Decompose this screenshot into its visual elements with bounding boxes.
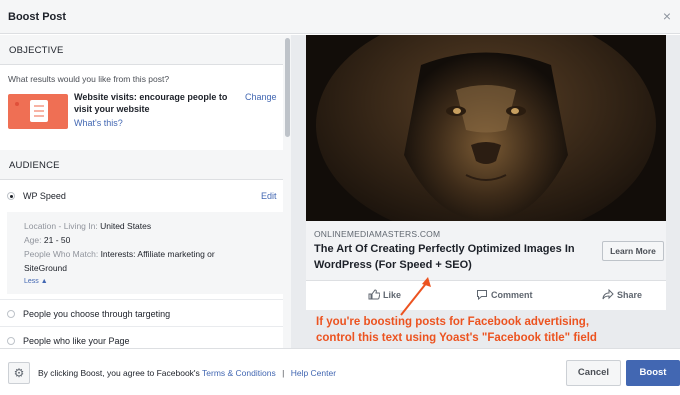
cancel-button[interactable]: Cancel <box>566 360 621 386</box>
terms-link[interactable]: Terms & Conditions <box>202 368 276 378</box>
annotation-text: If you're boosting posts for Facebook ad… <box>316 314 680 346</box>
age-label: Age: <box>24 235 42 245</box>
cursor-dot-icon <box>15 102 19 106</box>
audience-header: AUDIENCE <box>0 150 283 180</box>
audience-section: WP Speed Edit Location - Living In: Unit… <box>0 180 283 348</box>
share-action[interactable]: Share <box>602 288 643 300</box>
location-value: United States <box>100 221 152 231</box>
share-icon <box>602 288 614 300</box>
learn-more-button[interactable]: Learn More <box>602 241 664 261</box>
ad-preview-card: ONLINEMEDIAMASTERS.COM The Art Of Creati… <box>306 35 666 310</box>
location-row: Location - Living In: United States <box>24 219 283 233</box>
annotation-arrow <box>400 277 431 316</box>
annotation-line-1: If you're boosting posts for Facebook ad… <box>316 316 590 328</box>
dialog-footer: ⚙ By clicking Boost, you agree to Facebo… <box>0 348 680 395</box>
agreement-prefix: By clicking Boost, you agree to Facebook… <box>38 368 200 378</box>
dialog-title: Boost Post <box>8 11 67 23</box>
settings-button[interactable]: ⚙ <box>8 362 30 384</box>
comment-label: Comment <box>491 290 533 300</box>
objective-section: What results would you like from this po… <box>0 65 283 150</box>
agreement-text: By clicking Boost, you agree to Facebook… <box>38 368 336 378</box>
comment-action[interactable]: Comment <box>476 289 533 301</box>
match-label: People Who Match: <box>24 249 99 259</box>
objective-header: OBJECTIVE <box>0 35 283 65</box>
audience-option-wp-speed[interactable]: WP Speed <box>23 191 66 201</box>
whats-this-link[interactable]: What's this? <box>74 118 123 128</box>
age-value: 21 - 50 <box>43 235 71 245</box>
audience-radio-targeting[interactable] <box>7 310 15 318</box>
less-label: Less <box>24 278 39 285</box>
link-headline[interactable]: The Art Of Creating Perfectly Optimized … <box>314 241 594 273</box>
objective-title: Website visits: encourage people to visi… <box>74 92 228 114</box>
audience-option-targeting[interactable]: People you choose through targeting <box>23 309 170 319</box>
match-row: People Who Match: Interests: Affiliate m… <box>24 247 244 275</box>
change-objective-link[interactable]: Change <box>245 92 277 102</box>
audience-radio-page-likes[interactable] <box>7 337 15 345</box>
objective-question: What results would you like from this po… <box>8 74 170 84</box>
comment-icon <box>477 290 487 301</box>
lion-image <box>306 35 666 221</box>
link-domain: ONLINEMEDIAMASTERS.COM <box>314 229 441 239</box>
link-preview[interactable]: ONLINEMEDIAMASTERS.COM The Art Of Creati… <box>306 221 666 281</box>
edit-audience-link[interactable]: Edit <box>261 191 277 201</box>
annotation-line-2: control this text using Yoast's "Faceboo… <box>316 332 597 344</box>
less-toggle[interactable]: Less ▲ <box>24 275 283 289</box>
audience-option-page-likes[interactable]: People who like your Page <box>23 336 130 346</box>
location-label: Location - Living In: <box>24 221 98 231</box>
settings-scrollbar[interactable] <box>284 35 291 348</box>
help-center-link[interactable]: Help Center <box>291 368 336 378</box>
audience-radio-wp-speed[interactable] <box>7 192 15 200</box>
website-visits-illustration <box>8 94 68 129</box>
ad-preview-pane: ONLINEMEDIAMASTERS.COM The Art Of Creati… <box>291 35 680 348</box>
dialog-header: Boost Post × <box>0 0 680 34</box>
boost-button[interactable]: Boost <box>626 360 680 386</box>
audience-details: Location - Living In: United States Age:… <box>7 212 283 294</box>
divider <box>0 299 283 300</box>
webpage-card-icon <box>30 100 48 122</box>
thumbs-up-icon <box>368 289 381 300</box>
footer-separator: | <box>282 368 285 378</box>
chevron-up-icon: ▲ <box>40 278 48 285</box>
divider <box>0 326 283 327</box>
post-actions: Like Comment Share <box>306 281 666 310</box>
scrollbar-thumb[interactable] <box>285 38 290 137</box>
gear-icon: ⚙ <box>13 366 25 380</box>
lion-photo <box>306 35 666 221</box>
close-icon[interactable]: × <box>663 8 671 24</box>
share-label: Share <box>617 290 643 300</box>
age-row: Age: 21 - 50 <box>24 233 283 247</box>
settings-pane: OBJECTIVE What results would you like fr… <box>0 35 291 348</box>
